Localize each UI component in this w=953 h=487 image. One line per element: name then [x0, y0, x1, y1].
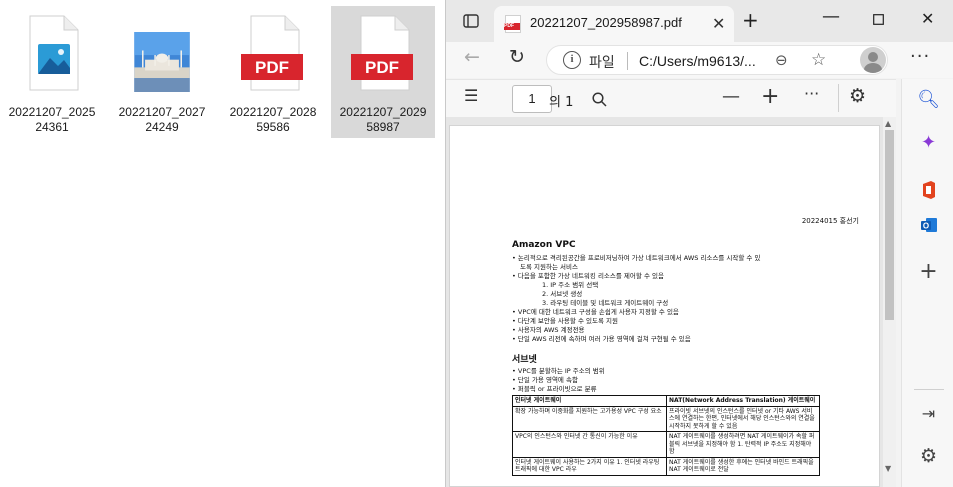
- sidebar-settings-gear-icon[interactable]: ⚙: [902, 445, 953, 467]
- file-name: 20221207_202524361: [8, 105, 96, 134]
- svg-text:O: O: [923, 222, 929, 231]
- info-icon[interactable]: i: [563, 51, 581, 69]
- scroll-up-icon[interactable]: ▲: [885, 119, 891, 128]
- address-bar: ← ↻ i 파일 C:/Users/m9613/... ⊖ ☆ ···: [446, 42, 953, 78]
- desktop: 20221207_202524361 20221207_202724249 PD…: [0, 0, 953, 487]
- divider: [627, 52, 628, 70]
- pdf-badge: PDF: [365, 58, 399, 77]
- minimize-icon[interactable]: —: [822, 6, 840, 27]
- tab-active[interactable]: PDF 20221207_202958987.pdf ✕: [494, 6, 734, 42]
- hide-sidebar-icon[interactable]: ⇥: [902, 404, 953, 423]
- table-cell: 확장 가능하며 이중화를 지원하는 고가용성 VPC 구성 요소: [512, 405, 667, 432]
- zoom-out-icon[interactable]: ⊖: [775, 51, 788, 69]
- table-cell: NAT 게이트웨이를 생성하려면 NAT 게이트웨이가 속할 퍼블릭 서브넷을 …: [666, 431, 820, 458]
- pdf-viewer: 20224015 홍선기 Amazon VPC • 논리적으로 격리된공간을 프…: [446, 117, 896, 487]
- search-icon[interactable]: 🔍︎: [902, 89, 953, 110]
- url-text: C:/Users/m9613/...: [639, 53, 756, 69]
- comparison-table: 인터넷 게이트웨이 NAT(Network Address Translatio…: [512, 395, 820, 476]
- pdf-file-icon: PDF: [241, 15, 303, 91]
- browser-window: PDF 20221207_202958987.pdf ✕ + — ✕ ← ↻ i…: [445, 0, 953, 487]
- zoom-in-icon[interactable]: +: [761, 84, 779, 109]
- file-name: 20221207_202859586: [229, 105, 317, 134]
- profile-avatar[interactable]: [860, 47, 886, 73]
- copilot-sparkle-icon[interactable]: ✦: [902, 132, 953, 153]
- table-cell: VPC의 인스턴스와 인터넷 간 통신이 가능한 이유: [512, 431, 667, 458]
- tab-title: 20221207_202958987.pdf: [530, 15, 682, 30]
- tab-actions-icon[interactable]: [463, 14, 479, 28]
- section-heading: 서브넷: [512, 355, 537, 365]
- table-cell: NAT 게이트웨이를 생성한 후에는 인터넷 바인드 트래픽을 NAT 게이트웨…: [666, 456, 820, 476]
- page-count-label: 의 1: [549, 95, 574, 110]
- scroll-down-icon[interactable]: ▼: [885, 464, 891, 473]
- section-heading: Amazon VPC: [512, 240, 576, 250]
- table-row: 확장 가능하며 이중화를 지원하는 고가용성 VPC 구성 요소 프라이빗 서브…: [512, 405, 820, 432]
- desktop-file-image[interactable]: 20221207_202524361: [0, 6, 104, 138]
- scrollbar-thumb[interactable]: [885, 130, 894, 320]
- table-row: 인터넷 게이트웨이 사용하는 2가지 이유 1. 인터넷 라우팅 트래픽에 대한…: [512, 456, 820, 476]
- office-icon[interactable]: [921, 180, 937, 200]
- settings-gear-icon[interactable]: ⚙: [849, 85, 866, 107]
- pdf-badge: PDF: [255, 58, 289, 77]
- more-options-icon[interactable]: ···: [804, 84, 819, 103]
- close-window-icon[interactable]: ✕: [921, 9, 934, 28]
- zoom-out-icon[interactable]: —: [722, 86, 740, 107]
- divider: [914, 389, 944, 390]
- pdf-toolbar: ☰ 1 의 1 — + ··· ⚙: [446, 79, 896, 117]
- document-date: 20224015 홍선기: [801, 217, 859, 225]
- contents-icon[interactable]: ☰: [464, 86, 478, 105]
- search-icon[interactable]: [592, 92, 607, 107]
- back-arrow-icon[interactable]: ←: [464, 46, 480, 68]
- desktop-file-pdf[interactable]: PDF 20221207_202859586: [221, 6, 325, 138]
- pdf-file-icon: PDF: [351, 15, 413, 91]
- title-bar: PDF 20221207_202958987.pdf ✕ + — ✕: [446, 0, 953, 42]
- pdf-page: 20224015 홍선기 Amazon VPC • 논리적으로 격리된공간을 프…: [449, 125, 880, 487]
- table-header: 인터넷 게이트웨이: [512, 395, 667, 407]
- add-icon[interactable]: +: [902, 259, 953, 284]
- page-number-input[interactable]: 1: [512, 85, 552, 113]
- pdf-tab-icon: PDF: [504, 15, 521, 33]
- bullet-line: • 퍼블릭 or 프라이빗으로 분류: [512, 385, 597, 393]
- desktop-file-pdf-selected[interactable]: PDF 20221207_202958987: [331, 6, 435, 138]
- table-header-row: 인터넷 게이트웨이 NAT(Network Address Translatio…: [512, 395, 820, 407]
- edge-sidebar: 🔍︎ ✦ O + ⇥ ⚙: [901, 79, 953, 487]
- more-menu-icon[interactable]: ···: [910, 46, 930, 67]
- table-row: VPC의 인스턴스와 인터넷 간 통신이 가능한 이유 NAT 게이트웨이를 생…: [512, 431, 820, 458]
- photo-thumbnail: [134, 32, 190, 92]
- image-file-icon: [29, 15, 79, 91]
- divider: [838, 84, 839, 112]
- tab-close-icon[interactable]: ✕: [712, 14, 725, 33]
- file-name: 20221207_202958987: [339, 105, 427, 134]
- new-tab-icon[interactable]: +: [742, 8, 759, 32]
- refresh-icon[interactable]: ↻: [509, 46, 525, 68]
- table-cell: 인터넷 게이트웨이 사용하는 2가지 이유 1. 인터넷 라우팅 트래픽에 대한…: [512, 456, 667, 476]
- desktop-file-photo[interactable]: 20221207_202724249: [110, 6, 214, 138]
- url-scheme-label: 파일: [589, 55, 615, 71]
- outlook-icon[interactable]: O: [920, 216, 938, 234]
- add-favorite-icon[interactable]: ☆: [811, 50, 826, 70]
- maximize-icon[interactable]: [873, 14, 884, 25]
- table-header: NAT(Network Address Translation) 게이트웨이: [666, 395, 820, 407]
- table-cell: 프라이빗 서브넷의 인스턴스를 인터넷 or 기타 AWS 서비스에 연결하는 …: [666, 405, 820, 432]
- vertical-scrollbar[interactable]: ▲ ▼: [883, 117, 896, 487]
- bullet-line: • 단일 AWS 리전에 속하며 여러 가용 영역에 걸쳐 구현될 수 있음: [512, 335, 691, 343]
- url-field[interactable]: i 파일 C:/Users/m9613/... ⊖ ☆: [546, 45, 888, 75]
- file-name: 20221207_202724249: [118, 105, 206, 134]
